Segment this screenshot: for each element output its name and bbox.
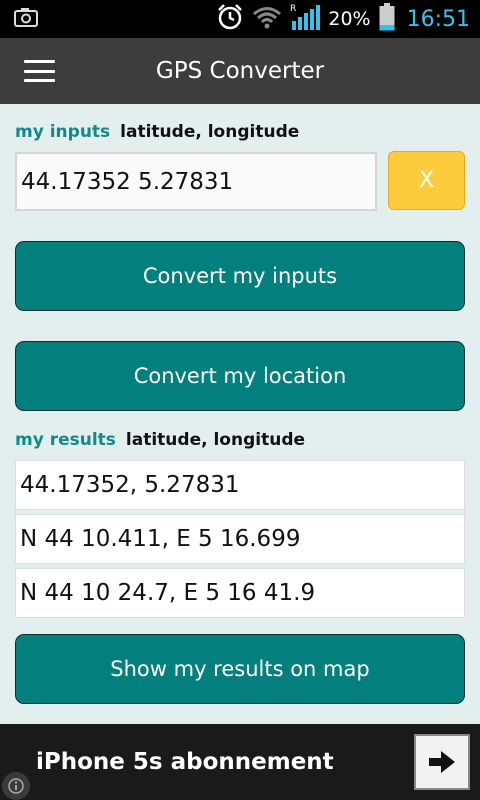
ad-banner[interactable]: iPhone 5s abonnement: [0, 724, 480, 800]
coordinates-input[interactable]: [15, 152, 377, 211]
results-title: my results: [15, 430, 116, 450]
ad-text: iPhone 5s abonnement: [36, 749, 334, 775]
arrow-right-icon[interactable]: [414, 734, 470, 790]
hamburger-menu-icon[interactable]: [24, 60, 55, 82]
svg-text:R: R: [290, 4, 296, 14]
info-icon[interactable]: [2, 772, 30, 800]
results-format: latitude, longitude: [125, 430, 306, 450]
battery-level: 20%: [328, 8, 371, 30]
app-bar: GPS Converter: [0, 38, 480, 104]
result-degrees-minutes[interactable]: N 44 10.411, E 5 16.699: [15, 514, 465, 564]
result-decimal[interactable]: 44.17352, 5.27831: [15, 460, 465, 510]
battery-icon: [379, 3, 395, 35]
wifi-icon: [252, 5, 282, 33]
signal-icon: R: [290, 3, 321, 35]
inputs-format: latitude, longitude: [120, 122, 300, 142]
clock: 16:51: [406, 6, 470, 32]
convert-inputs-button[interactable]: Convert my inputs: [15, 241, 465, 311]
show-map-button[interactable]: Show my results on map: [15, 634, 465, 704]
inputs-label: my inputs latitude, longitude: [15, 122, 299, 142]
camera-icon: [14, 7, 38, 31]
results-label: my results latitude, longitude: [15, 430, 305, 450]
convert-location-button[interactable]: Convert my location: [15, 341, 465, 411]
alarm-icon: [216, 3, 244, 35]
clear-button[interactable]: X: [388, 151, 465, 210]
result-degrees-minutes-seconds[interactable]: N 44 10 24.7, E 5 16 41.9: [15, 568, 465, 618]
app-title: GPS Converter: [155, 58, 325, 84]
inputs-title: my inputs: [15, 122, 111, 142]
status-bar: R 20% 16:51: [0, 0, 480, 38]
